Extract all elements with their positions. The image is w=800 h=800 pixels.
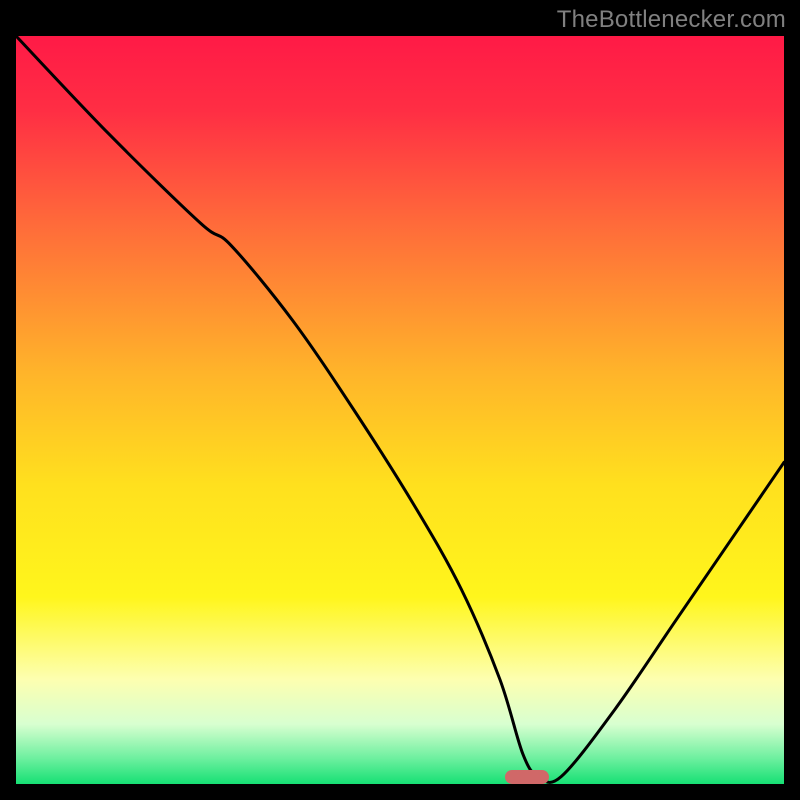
- chart-frame: [16, 36, 784, 784]
- gradient-background: [16, 36, 784, 784]
- bottleneck-chart: [16, 36, 784, 784]
- watermark-text: TheBottlenecker.com: [557, 6, 786, 34]
- optimal-marker: [505, 770, 549, 784]
